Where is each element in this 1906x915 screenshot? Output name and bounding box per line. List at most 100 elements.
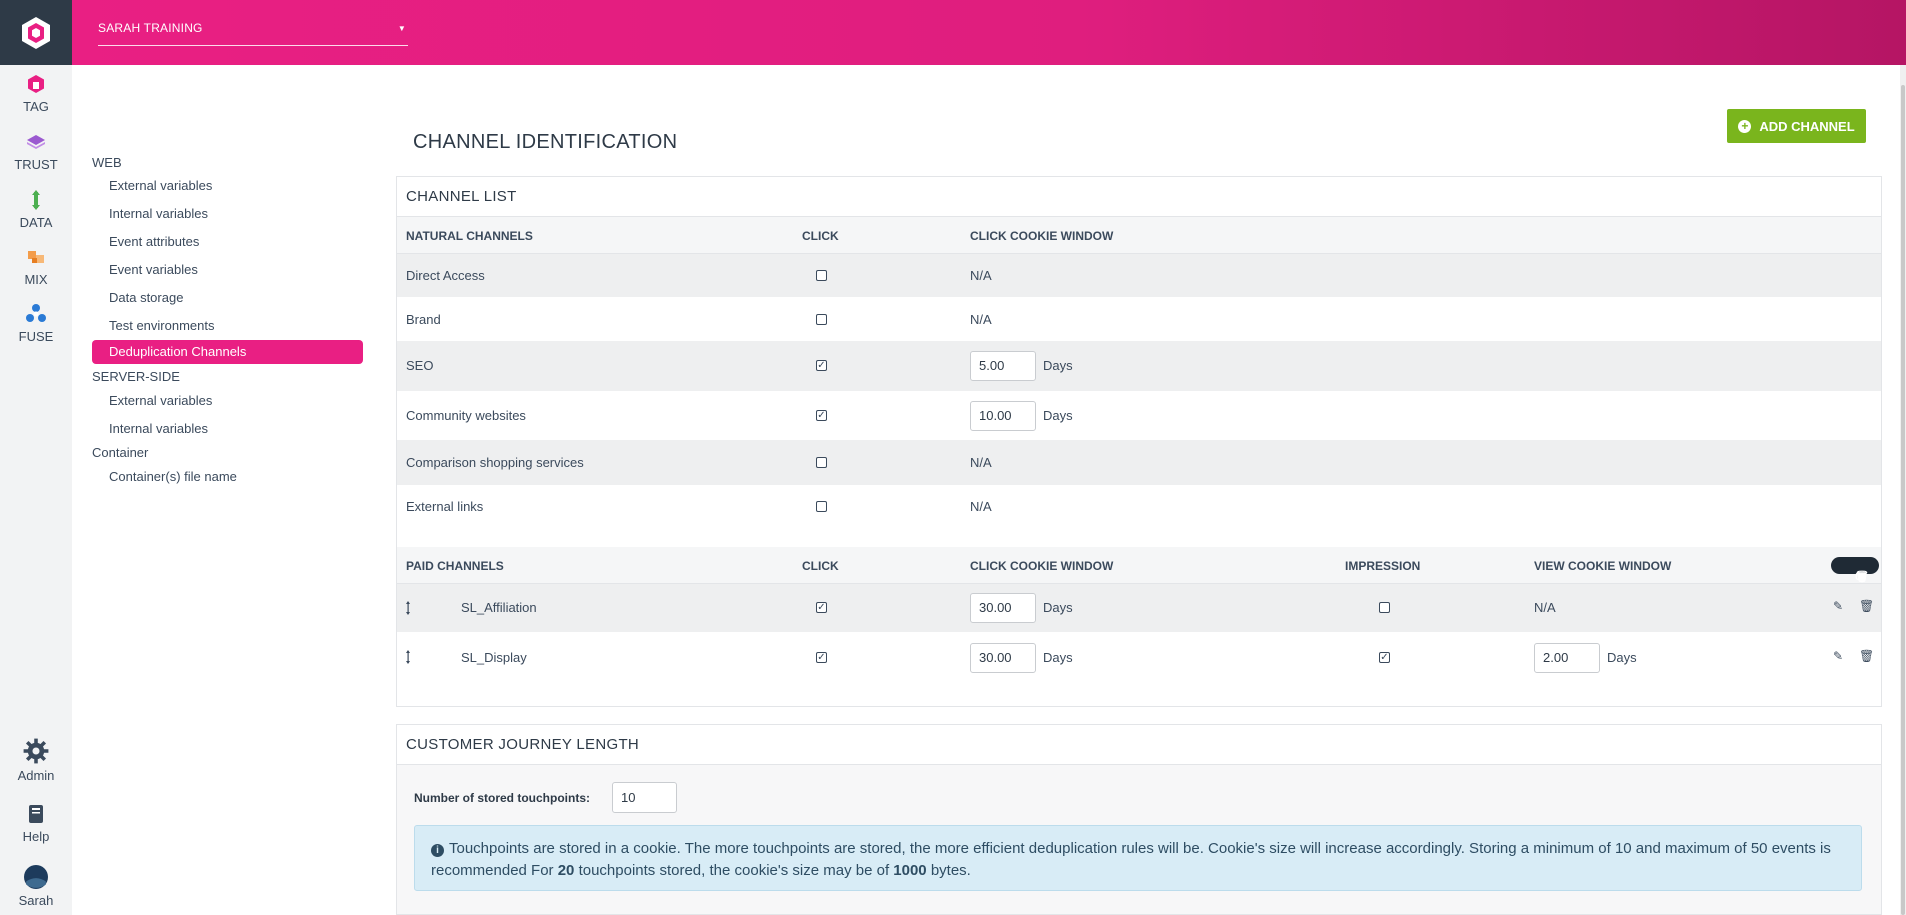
click-window-value: N/A bbox=[970, 455, 992, 470]
rail-fuse[interactable]: FUSE bbox=[0, 303, 72, 344]
rail-data[interactable]: DATA bbox=[0, 189, 72, 230]
add-channel-button[interactable]: + ADD CHANNEL bbox=[1727, 109, 1866, 143]
channel-name: Comparison shopping services bbox=[406, 455, 584, 470]
info-size: 1000 bbox=[893, 862, 927, 879]
natural-channels-header: NATURAL CHANNELS CLICK CLICK COOKIE WIND… bbox=[397, 217, 1881, 254]
paid-row: SL_Affiliation ✓ 30.00 Days N/A ✎ 🗑 bbox=[397, 584, 1881, 632]
header-natural-channels: NATURAL CHANNELS bbox=[406, 229, 533, 243]
click-checkbox-checked[interactable]: ✓ bbox=[816, 410, 827, 421]
avatar bbox=[24, 865, 48, 889]
header-paid-channels: PAID CHANNELS bbox=[406, 559, 504, 573]
header-view-cookie-window: VIEW COOKIE WINDOW bbox=[1534, 559, 1672, 573]
account-select-value: SARAH TRAINING bbox=[98, 21, 203, 35]
click-window-input[interactable]: 5.00 bbox=[970, 351, 1036, 381]
click-checkbox[interactable] bbox=[816, 270, 827, 281]
rail-user-label: Sarah bbox=[18, 893, 54, 908]
impression-checkbox[interactable] bbox=[1379, 602, 1390, 613]
view-window-input[interactable]: 2.00 bbox=[1534, 643, 1600, 673]
rail-trust-label: TRUST bbox=[14, 157, 58, 172]
header-click: CLICK bbox=[802, 559, 839, 573]
channel-name: External links bbox=[406, 499, 484, 514]
channel-list-title: CHANNEL LIST bbox=[397, 177, 1881, 217]
rail-mix[interactable]: MIX bbox=[0, 246, 72, 287]
info-icon: i bbox=[431, 844, 444, 857]
logo[interactable] bbox=[0, 0, 72, 65]
touchpoints-input[interactable]: 10 bbox=[612, 782, 677, 813]
click-window-input[interactable]: 30.00 bbox=[970, 593, 1036, 623]
channel-name: SL_Display bbox=[461, 650, 527, 665]
fuse-icon bbox=[26, 304, 46, 322]
logo-icon bbox=[22, 16, 50, 49]
drag-handle-icon[interactable] bbox=[406, 650, 410, 664]
impression-checkbox-checked[interactable]: ✓ bbox=[1379, 652, 1390, 663]
natural-row: External links N/A bbox=[397, 485, 1881, 529]
days-label: Days bbox=[1043, 650, 1073, 665]
tag-icon bbox=[28, 75, 44, 93]
natural-row: SEO ✓ 5.00 Days bbox=[397, 341, 1881, 391]
click-window-value: N/A bbox=[970, 499, 992, 514]
paid-channels-header: PAID CHANNELS CLICK CLICK COOKIE WINDOW … bbox=[397, 547, 1881, 584]
header-click: CLICK bbox=[802, 229, 839, 243]
channel-list-panel: CHANNEL LIST NATURAL CHANNELS CLICK CLIC… bbox=[396, 176, 1882, 707]
customer-journey-title: CUSTOMER JOURNEY LENGTH bbox=[397, 725, 1881, 765]
edit-pencil-icon[interactable]: ✎ bbox=[1833, 599, 1843, 613]
rail-tag-label: TAG bbox=[23, 99, 49, 114]
info-text-3: bytes. bbox=[926, 862, 971, 879]
nav-item-event-attributes[interactable]: Event attributes bbox=[109, 234, 199, 249]
click-checkbox[interactable] bbox=[816, 314, 827, 325]
rail-user[interactable]: Sarah bbox=[0, 865, 72, 908]
click-window-value: N/A bbox=[970, 312, 992, 327]
click-checkbox-checked[interactable]: ✓ bbox=[816, 602, 827, 613]
click-window-input[interactable]: 30.00 bbox=[970, 643, 1036, 673]
delete-trash-icon[interactable]: 🗑 bbox=[1859, 649, 1874, 663]
days-label: Days bbox=[1043, 600, 1073, 615]
header-bar: SARAH TRAINING ▼ bbox=[72, 0, 1906, 65]
nav-item-data-storage[interactable]: Data storage bbox=[109, 290, 183, 305]
click-checkbox-checked[interactable]: ✓ bbox=[816, 360, 827, 371]
click-checkbox[interactable] bbox=[816, 457, 827, 468]
data-icon bbox=[32, 190, 40, 210]
nav-item-internal-variables[interactable]: Internal variables bbox=[109, 206, 208, 221]
nav-item-server-internal-variables[interactable]: Internal variables bbox=[109, 421, 208, 436]
nav-group-web: WEB bbox=[92, 155, 122, 170]
caret-down-icon: ▼ bbox=[397, 24, 406, 33]
nav-group-server-side: SERVER-SIDE bbox=[92, 369, 180, 384]
click-window-input[interactable]: 10.00 bbox=[970, 401, 1036, 431]
natural-row: Comparison shopping services N/A bbox=[397, 440, 1881, 485]
channel-name: Direct Access bbox=[406, 268, 485, 283]
trash-count-badge[interactable]: 0 🗑 bbox=[1831, 557, 1879, 583]
mix-icon bbox=[28, 251, 44, 263]
page-scrollbar[interactable] bbox=[1900, 65, 1906, 915]
nav-item-event-variables[interactable]: Event variables bbox=[109, 262, 198, 277]
rail-trust[interactable]: TRUST bbox=[0, 131, 72, 172]
click-checkbox-checked[interactable]: ✓ bbox=[816, 652, 827, 663]
touchpoints-label: Number of stored touchpoints: bbox=[414, 791, 590, 805]
nav-item-server-external-variables[interactable]: External variables bbox=[109, 393, 212, 408]
rail-help[interactable]: Help bbox=[0, 803, 72, 844]
days-label: Days bbox=[1607, 650, 1637, 665]
info-count: 20 bbox=[557, 862, 575, 879]
natural-row: Brand N/A bbox=[397, 297, 1881, 341]
account-select[interactable]: SARAH TRAINING ▼ bbox=[98, 21, 408, 46]
header-click-cookie-window: CLICK COOKIE WINDOW bbox=[970, 229, 1114, 243]
rail-fuse-label: FUSE bbox=[18, 329, 54, 344]
plus-circle-icon: + bbox=[1738, 119, 1752, 133]
rail-tag[interactable]: TAG bbox=[0, 73, 72, 114]
scrollbar-thumb[interactable] bbox=[1901, 85, 1905, 915]
info-text-2: touchpoints stored, the cookie's size ma… bbox=[574, 862, 894, 879]
edit-pencil-icon[interactable]: ✎ bbox=[1833, 649, 1843, 663]
drag-handle-icon[interactable] bbox=[406, 601, 410, 615]
rail-data-label: DATA bbox=[19, 215, 53, 230]
nav-item-external-variables[interactable]: External variables bbox=[109, 178, 212, 193]
channel-name: Brand bbox=[406, 312, 441, 327]
days-label: Days bbox=[1043, 358, 1073, 373]
book-icon bbox=[29, 805, 43, 823]
click-checkbox[interactable] bbox=[816, 501, 827, 512]
nav-item-container-file-name[interactable]: Container(s) file name bbox=[109, 469, 237, 484]
nav-item-test-environments[interactable]: Test environments bbox=[109, 318, 215, 333]
rail-admin[interactable]: Admin bbox=[0, 738, 72, 783]
days-label: Days bbox=[1043, 408, 1073, 423]
settings-nav: WEB External variables Internal variable… bbox=[72, 65, 372, 915]
delete-trash-icon[interactable]: 🗑 bbox=[1859, 599, 1874, 613]
nav-item-deduplication-channels[interactable]: Deduplication Channels bbox=[92, 340, 363, 364]
